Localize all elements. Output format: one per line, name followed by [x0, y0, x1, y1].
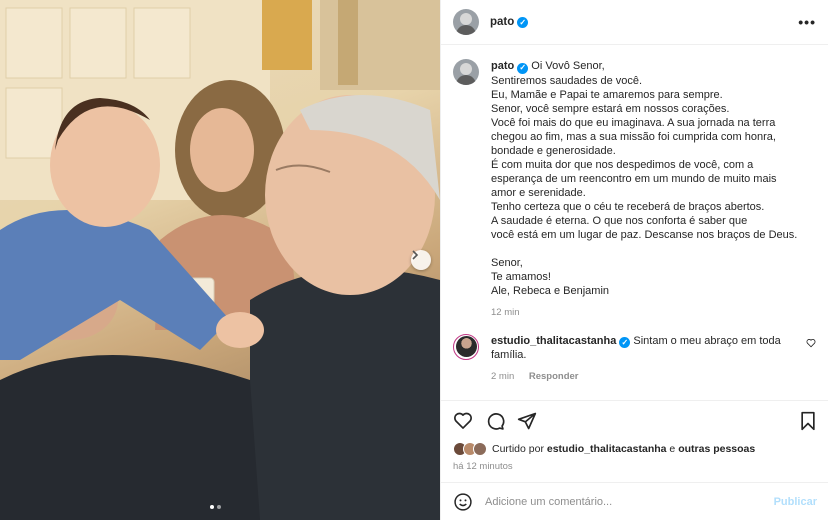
liked-by: Curtido por estudio_thalitacastanha e ou…	[453, 442, 817, 456]
liked-others[interactable]: outras pessoas	[678, 443, 755, 455]
caption-line: Senor, você sempre estará em nossos cora…	[491, 102, 730, 115]
caption-avatar[interactable]	[453, 59, 479, 85]
caption-author[interactable]: pato	[491, 60, 514, 72]
like-heart-icon[interactable]	[453, 411, 473, 431]
comment-bubble-icon[interactable]	[485, 411, 505, 431]
liked-prefix: Curtido por	[492, 443, 544, 455]
author-avatar[interactable]	[453, 9, 479, 35]
caption-line: Eu, Mamãe e Papai te amaremos para sempr…	[491, 88, 723, 101]
reply-button[interactable]: Responder	[529, 371, 579, 382]
liked-user[interactable]: estudio_thalitacastanha	[547, 443, 667, 455]
more-options-icon[interactable]: •••	[798, 14, 816, 30]
next-photo-button[interactable]	[411, 250, 431, 270]
verified-badge-icon: ✓	[517, 62, 529, 74]
caption-line: Senor,	[491, 256, 523, 269]
liked-conj: e	[669, 443, 676, 455]
liked-by-avatars	[453, 442, 487, 456]
publish-button[interactable]: Publicar	[774, 496, 817, 508]
commenter-avatar[interactable]	[453, 333, 479, 360]
caption-line: bondade e generosidade.	[491, 144, 616, 157]
carousel-dot	[217, 505, 221, 509]
post-actions: Curtido por estudio_thalitacastanha e ou…	[441, 400, 828, 472]
post-header: pato ✓ •••	[441, 0, 828, 45]
caption-line: Você foi mais do que eu imaginava. A sua…	[491, 116, 776, 129]
caption-line: amor e serenidade.	[491, 186, 586, 199]
like-comment-icon[interactable]	[806, 338, 816, 348]
share-send-icon[interactable]	[517, 411, 537, 431]
chevron-right-icon	[412, 250, 419, 260]
liker-avatar	[473, 442, 487, 456]
save-bookmark-icon[interactable]	[799, 411, 817, 431]
caption-line: você está em um lugar de paz. Descanse n…	[491, 228, 798, 241]
photo-illustration	[0, 0, 440, 520]
comment-composer: Publicar	[441, 482, 828, 520]
emoji-icon[interactable]	[453, 492, 473, 512]
caption-text: pato ✓ Oi Vovô Senor, Sentiremos saudades…	[491, 59, 816, 298]
caption-line: Tenho certeza que o céu te receberá de b…	[491, 200, 765, 213]
carousel-dot	[210, 505, 214, 509]
author-username[interactable]: pato	[490, 16, 514, 28]
verified-badge-icon: ✓	[517, 16, 529, 28]
caption: pato ✓ Oi Vovô Senor, Sentiremos saudades…	[453, 59, 816, 320]
caption-line: esperança de um reencontro em um mundo d…	[491, 172, 777, 185]
caption-meta: 12 min	[491, 306, 816, 320]
verified-badge-icon: ✓	[619, 337, 631, 348]
carousel-dots	[210, 505, 221, 509]
caption-line: Oi Vovô Senor,	[531, 60, 605, 72]
comment-time: 2 min	[491, 371, 515, 382]
comment-input[interactable]	[485, 495, 774, 508]
caption-line: A saudade é eterna. O que nos conforta é…	[491, 214, 748, 227]
caption-line: Sentiremos saudades de você.	[491, 74, 643, 87]
caption-line: chegou ao fim, mas a sua missão foi cump…	[491, 130, 776, 143]
caption-line: Te amamos!	[491, 270, 551, 283]
caption-line	[491, 242, 816, 256]
caption-line: É com muita dor que nos despedimos de vo…	[491, 158, 754, 171]
caption-time: 12 min	[491, 306, 520, 318]
comment-meta: 2 min Responder	[491, 370, 798, 384]
comments-list[interactable]: pato ✓ Oi Vovô Senor, Sentiremos saudades…	[441, 45, 828, 395]
post-timestamp[interactable]: há 12 minutos	[453, 461, 817, 472]
commenter-username[interactable]: estudio_thalitacastanha	[491, 335, 616, 347]
caption-line: Ale, Rebeca e Benjamin	[491, 284, 610, 297]
comment-item: estudio_thalitacastanha ✓ Sintam o meu ab…	[453, 333, 816, 385]
post-panel: pato ✓ ••• pato ✓ Oi Vovô Senor, Sentirem…	[440, 0, 828, 520]
post-photo[interactable]	[0, 0, 440, 520]
